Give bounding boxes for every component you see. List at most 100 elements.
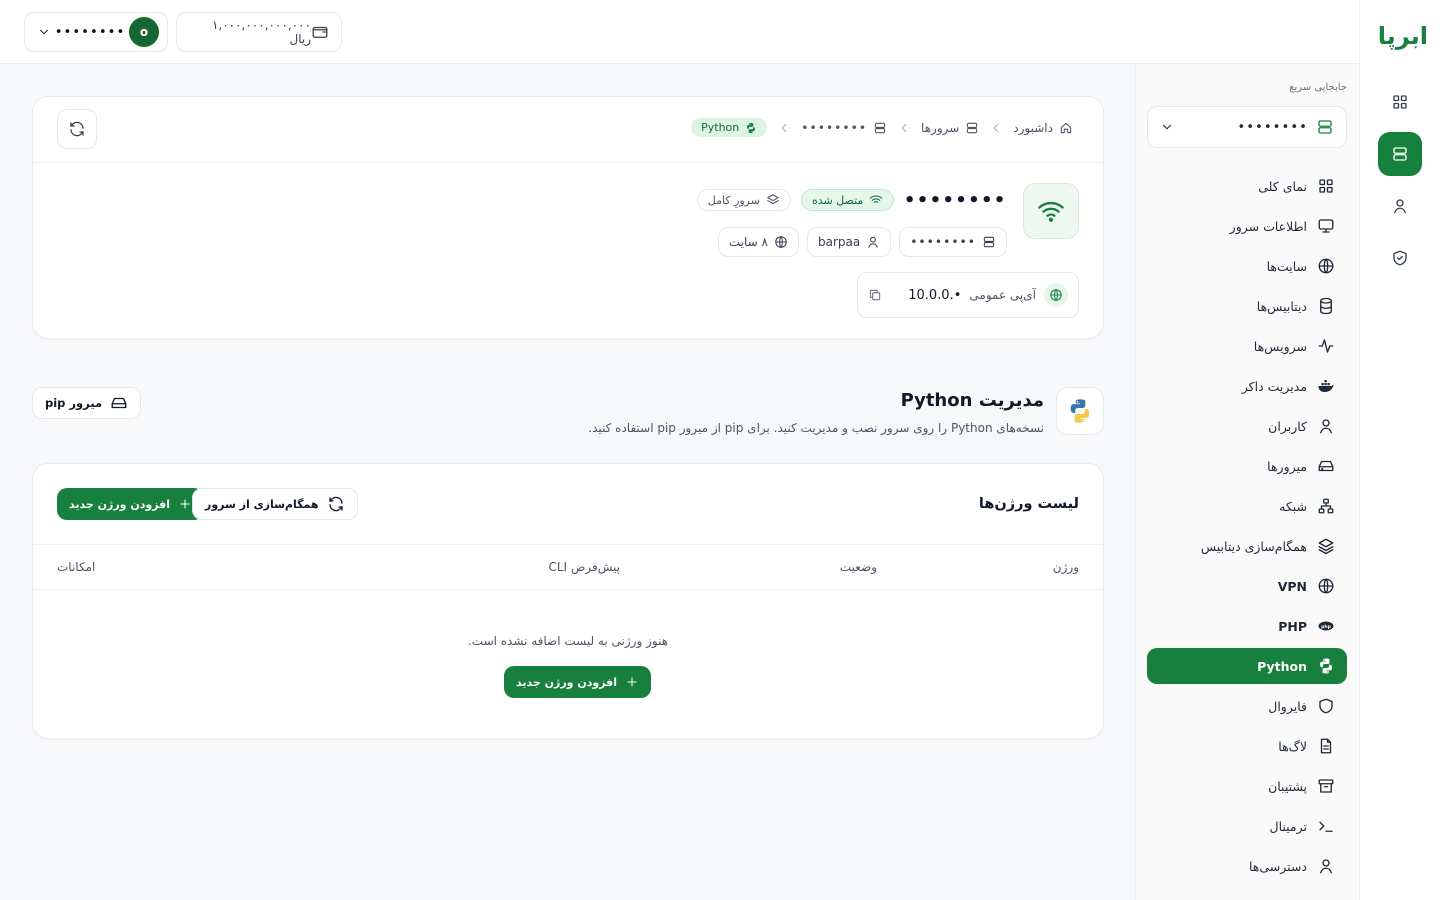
user-icon <box>1317 857 1335 875</box>
sidebar-item-backup[interactable]: پشتیبان <box>1147 768 1347 804</box>
user-icon <box>1391 197 1409 215</box>
server-icon <box>1316 118 1334 136</box>
breadcrumb-home[interactable]: داشبورد <box>1013 121 1073 135</box>
sidebar-item-overview[interactable]: نمای کلی <box>1147 168 1347 204</box>
add-version-button[interactable]: افزودن ورژن جدید <box>57 488 205 520</box>
sidebar-item-label: نمای کلی <box>1258 178 1307 194</box>
plan-label: سرورِ کامل <box>707 193 760 207</box>
globe-icon <box>774 235 788 249</box>
rail-security-button[interactable] <box>1378 236 1422 280</box>
ip-value: 10.0.0.• <box>908 287 962 303</box>
wallet-balance[interactable]: ۱,۰۰۰,۰۰۰,۰۰۰,۰۰۰ ریال <box>176 12 342 52</box>
chevron-left-icon <box>777 121 791 135</box>
sidebar-item-label: پشتیبان <box>1268 778 1307 794</box>
python-icon <box>1317 657 1335 675</box>
sidebar-item-logs[interactable]: لاگ‌ها <box>1147 728 1347 764</box>
sidebar-item-db-sync[interactable]: همگام‌سازی دیتابیس <box>1147 528 1347 564</box>
layers-icon <box>766 193 780 207</box>
empty-add-version-label: افزودن ورژن جدید <box>516 675 618 689</box>
sidebar-item-label: اطلاعات سرور <box>1229 218 1307 234</box>
ip-label: آی‌پی عمومی <box>969 288 1036 302</box>
avatar: o <box>129 17 159 47</box>
sidebar-item-label: فایروال <box>1268 698 1307 714</box>
sidebar-item-docker[interactable]: مدیریت داکر <box>1147 368 1347 404</box>
sidebar-item-databases[interactable]: دیتابیس‌ها <box>1147 288 1347 324</box>
sync-from-server-button[interactable]: همگام‌سازی از سرور <box>192 488 358 520</box>
sidebar-item-terminal[interactable]: ترمینال <box>1147 808 1347 844</box>
breadcrumb-servers[interactable]: سرورها <box>921 121 979 135</box>
chevron-down-icon <box>1160 120 1174 134</box>
sidebar-item-vpn[interactable]: VPN <box>1147 568 1347 604</box>
terminal-icon <box>1317 817 1335 835</box>
user-menu[interactable]: •••••••• o <box>24 12 168 52</box>
sidebar-item-users[interactable]: کاربران <box>1147 408 1347 444</box>
column-header-actions: امکانات <box>57 560 96 574</box>
wallet-icon <box>311 23 329 41</box>
user-icon <box>866 235 880 249</box>
sidebar-item-sites[interactable]: سایت‌ها <box>1147 248 1347 284</box>
sidebar-item-network[interactable]: شبکه <box>1147 488 1347 524</box>
grid-icon <box>1317 177 1335 195</box>
activity-icon <box>1317 337 1335 355</box>
page-title: مدیریت Python <box>900 390 1044 411</box>
versions-header: لیست ورژن‌ها افزودن ورژن جدید همگام‌سازی… <box>33 464 1103 545</box>
breadcrumb-server-label: •••••••• <box>801 120 868 135</box>
sidebar-item-server-info[interactable]: اطلاعات سرور <box>1147 208 1347 244</box>
archive-icon <box>1317 777 1335 795</box>
sidebar-item-label: PHP <box>1278 618 1307 634</box>
globe-icon <box>1317 257 1335 275</box>
svg-text:php: php <box>1321 624 1331 630</box>
server-icon <box>873 121 887 135</box>
breadcrumb-servers-label: سرورها <box>921 120 960 135</box>
globe-lock-icon <box>1317 577 1335 595</box>
file-text-icon <box>1317 737 1335 755</box>
page-description: نسخه‌های Python را روی سرور نصب و مدیریت… <box>588 421 1044 435</box>
sidebar-nav: نمای کلی اطلاعات سرور سایت‌ها دیتابیس‌ها… <box>1147 168 1347 888</box>
sidebar-item-label: Python <box>1257 658 1307 674</box>
sidebar-item-firewall[interactable]: فایروال <box>1147 688 1347 724</box>
column-header-default-cli: پیش‌فرض CLI <box>548 560 620 574</box>
shield-icon <box>1317 697 1335 715</box>
sites-chip: ۸ سایت <box>717 227 799 257</box>
copy-icon[interactable] <box>868 288 882 302</box>
sidebar-item-mirrors[interactable]: میرورها <box>1147 448 1347 484</box>
hard-drive-icon <box>110 394 128 412</box>
rail-servers-button[interactable] <box>1378 132 1422 176</box>
sidebar-item-python[interactable]: Python <box>1147 648 1347 684</box>
chevron-left-icon <box>897 121 911 135</box>
empty-add-version-button[interactable]: افزودن ورژن جدید <box>504 666 652 698</box>
wifi-icon <box>869 193 883 207</box>
sidebar-item-label: VPN <box>1277 578 1307 594</box>
status-label: متصل شده <box>811 193 864 207</box>
python-logo <box>1056 387 1104 435</box>
breadcrumb-home-label: داشبورد <box>1013 120 1053 135</box>
server-icon <box>965 121 979 135</box>
brand-logo[interactable]: ابرپا <box>1378 22 1429 50</box>
versions-title: لیست ورژن‌ها <box>978 496 1079 512</box>
refresh-button[interactable] <box>57 109 97 149</box>
server-sidebar: جابجایی سریع •••••••• نمای کلی اطلاعات س… <box>1135 64 1359 900</box>
breadcrumb-current: Python <box>691 118 768 137</box>
connection-status-box <box>1023 183 1079 239</box>
sidebar-item-label: دیتابیس‌ها <box>1256 298 1307 314</box>
user-label: barpaa <box>817 235 861 249</box>
sidebar-item-label: میرورها <box>1267 458 1307 474</box>
chevron-down-icon <box>37 25 51 39</box>
grid-icon <box>1391 93 1409 111</box>
quick-switch-value: •••••••• <box>1237 119 1308 135</box>
wallet-amount: ۱,۰۰۰,۰۰۰,۰۰۰,۰۰۰ ریال <box>211 18 311 46</box>
sidebar-item-permissions[interactable]: دسترسی‌ها <box>1147 848 1347 884</box>
quick-switch-select[interactable]: •••••••• <box>1147 106 1347 148</box>
pip-mirror-button[interactable]: میرور pip <box>32 387 142 419</box>
column-header-version: ورژن <box>1052 560 1079 574</box>
sidebar-item-label: مدیریت داکر <box>1241 378 1307 394</box>
sidebar-item-label: سرویس‌ها <box>1253 338 1307 354</box>
rail-profile-button[interactable] <box>1378 184 1422 228</box>
sidebar-item-services[interactable]: سرویس‌ها <box>1147 328 1347 364</box>
user-name: •••••••• <box>54 24 126 40</box>
sidebar-item-php[interactable]: php PHP <box>1147 608 1347 644</box>
rail-dashboard-button[interactable] <box>1378 80 1422 124</box>
breadcrumb-server[interactable]: •••••••• <box>801 121 887 135</box>
user-icon <box>1317 417 1335 435</box>
add-version-label: افزودن ورژن جدید <box>69 497 171 511</box>
